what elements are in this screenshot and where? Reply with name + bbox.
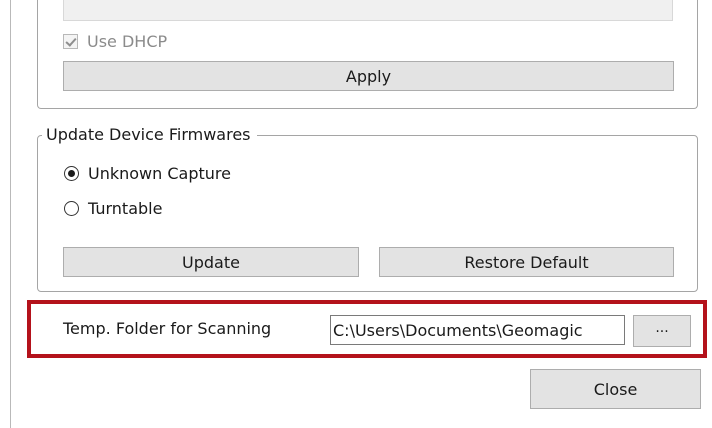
browse-button[interactable]: ...: [633, 315, 691, 347]
settings-dialog: Use DHCP Apply Update Device Firmwares U…: [0, 0, 712, 428]
apply-button[interactable]: Apply: [63, 61, 674, 91]
window-edge: [10, 0, 11, 428]
radio-turntable[interactable]: Turntable: [64, 197, 162, 219]
radio-label: Unknown Capture: [88, 163, 231, 183]
use-dhcp-checkbox[interactable]: [63, 33, 78, 49]
network-field-partial: [63, 0, 673, 21]
radio-unknown-capture[interactable]: Unknown Capture: [64, 162, 231, 184]
update-button[interactable]: Update: [63, 247, 359, 277]
radio-label: Turntable: [88, 198, 163, 218]
temp-folder-label: Temp. Folder for Scanning: [63, 319, 272, 338]
radio-button[interactable]: [64, 200, 79, 216]
use-dhcp-label: Use DHCP: [87, 31, 168, 51]
temp-folder-path-input[interactable]: [330, 315, 625, 345]
close-button[interactable]: Close: [530, 369, 701, 409]
use-dhcp-row[interactable]: Use DHCP: [63, 31, 167, 51]
restore-default-button[interactable]: Restore Default: [379, 247, 674, 277]
firmware-group-title: Update Device Firmwares: [42, 124, 257, 146]
radio-button[interactable]: [64, 165, 79, 181]
